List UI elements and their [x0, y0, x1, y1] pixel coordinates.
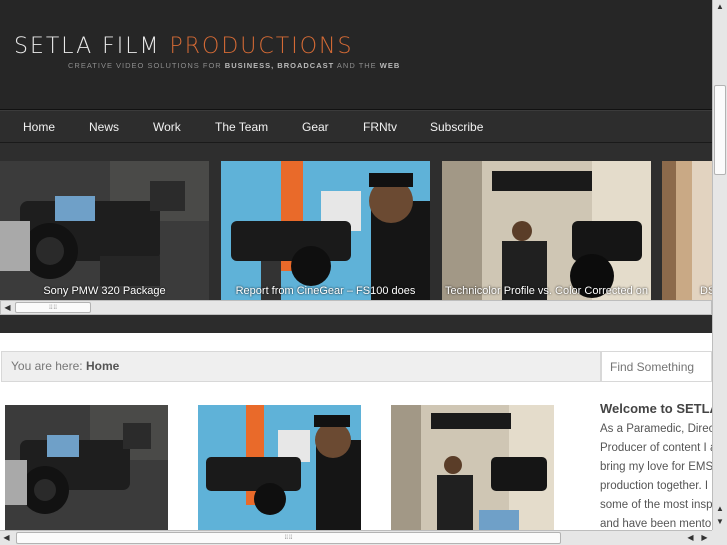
- welcome-text-line: some of the most inspiring: [600, 499, 712, 511]
- tagline-bold: BUSINESS, BROADCAST: [224, 61, 335, 70]
- slide-2-image: [221, 161, 430, 300]
- post-thumbnail-1-image: [5, 405, 168, 530]
- post-thumbnail-3[interactable]: [391, 405, 554, 530]
- welcome-text-line: Producer of content I am: [600, 442, 712, 454]
- vertical-scrollbar[interactable]: ▲ ▲ ▼: [712, 0, 727, 530]
- scroll-up-icon[interactable]: ▲: [713, 0, 727, 13]
- slide-3-image: [442, 161, 651, 300]
- slide-4-image: [662, 161, 712, 300]
- welcome-text-line: As a Paramedic, Director: [600, 423, 712, 435]
- nav-frntv[interactable]: FRNtv: [363, 120, 397, 134]
- nav-the-team[interactable]: The Team: [215, 120, 268, 134]
- tagline-pre: CREATIVE VIDEO SOLUTIONS FOR: [68, 61, 225, 70]
- slide-3[interactable]: Technicolor Profile vs. Color Corrected …: [442, 161, 651, 300]
- site-header: SETLA FILM PRODUCTIONS CREATIVE VIDEO SO…: [0, 0, 712, 110]
- scroll-left-icon[interactable]: ◀: [0, 531, 13, 545]
- search-input[interactable]: [601, 351, 712, 382]
- slider-scrollbar[interactable]: ◀ ⠿⠿: [0, 300, 712, 315]
- slider-scroll-left-icon[interactable]: ◀: [1, 301, 14, 314]
- logo-text-white: SETLA FILM: [14, 34, 161, 59]
- slide-3-caption: Technicolor Profile vs. Color Corrected …: [445, 285, 648, 297]
- post-thumbnail-3-image: [391, 405, 554, 530]
- logo-text-orange: PRODUCTIONS: [169, 34, 354, 59]
- scrollbar-corner: [712, 530, 727, 545]
- slider-scroll-thumb[interactable]: ⠿⠿: [15, 302, 91, 313]
- horizontal-scroll-thumb[interactable]: ⠿⠿: [16, 532, 561, 544]
- tagline-mid: AND THE: [334, 61, 380, 70]
- grip-icon: ⠿⠿: [48, 305, 58, 311]
- site-logo[interactable]: SETLA FILM PRODUCTIONS: [14, 34, 353, 60]
- scroll-left-icon[interactable]: ◀: [684, 531, 697, 545]
- slide-1[interactable]: Sony PMW 320 Package: [0, 161, 209, 300]
- nav-news[interactable]: News: [89, 120, 119, 134]
- nav-gear[interactable]: Gear: [302, 120, 329, 134]
- breadcrumb-prefix: You are here:: [11, 359, 86, 373]
- site-tagline: CREATIVE VIDEO SOLUTIONS FOR BUSINESS, B…: [68, 61, 400, 70]
- slide-2-caption: Report from CineGear – FS100 does: [235, 285, 416, 297]
- post-thumbnail-1[interactable]: [5, 405, 168, 530]
- welcome-widget-text: As a Paramedic, Director Producer of con…: [600, 420, 712, 534]
- slide-4-caption: DS: [700, 285, 712, 297]
- breadcrumb: You are here: Home: [1, 351, 601, 382]
- scroll-right-icon[interactable]: ▶: [698, 531, 711, 545]
- divider-bar: [0, 315, 712, 333]
- nav-subscribe[interactable]: Subscribe: [430, 120, 483, 134]
- slide-1-image: [0, 161, 209, 300]
- welcome-text-line: production together. I have: [600, 480, 712, 492]
- slide-4[interactable]: DS: [662, 161, 712, 300]
- main-nav: Home News Work The Team Gear FRNtv Subsc…: [0, 110, 712, 143]
- scroll-down-icon[interactable]: ▼: [713, 515, 727, 528]
- breadcrumb-home-link[interactable]: Home: [86, 359, 119, 373]
- tagline-end: WEB: [379, 61, 401, 70]
- vertical-scroll-thumb[interactable]: [714, 85, 726, 175]
- welcome-widget-title: Welcome to SETLA: [600, 401, 719, 416]
- nav-home[interactable]: Home: [23, 120, 55, 134]
- post-thumbnail-2[interactable]: [198, 405, 361, 530]
- nav-work[interactable]: Work: [153, 120, 181, 134]
- featured-slider: Sony PMW 320 Package Report from CineGea…: [0, 143, 712, 315]
- horizontal-scrollbar[interactable]: ◀ ⠿⠿ ◀ ▶: [0, 530, 712, 545]
- scroll-up-icon[interactable]: ▲: [713, 502, 727, 515]
- slide-2[interactable]: Report from CineGear – FS100 does: [221, 161, 430, 300]
- grip-icon: ⠿⠿: [284, 535, 293, 542]
- post-thumbnail-2-image: [198, 405, 361, 530]
- welcome-text-line: bring my love for EMS and: [600, 461, 712, 473]
- slide-1-caption: Sony PMW 320 Package: [43, 285, 166, 297]
